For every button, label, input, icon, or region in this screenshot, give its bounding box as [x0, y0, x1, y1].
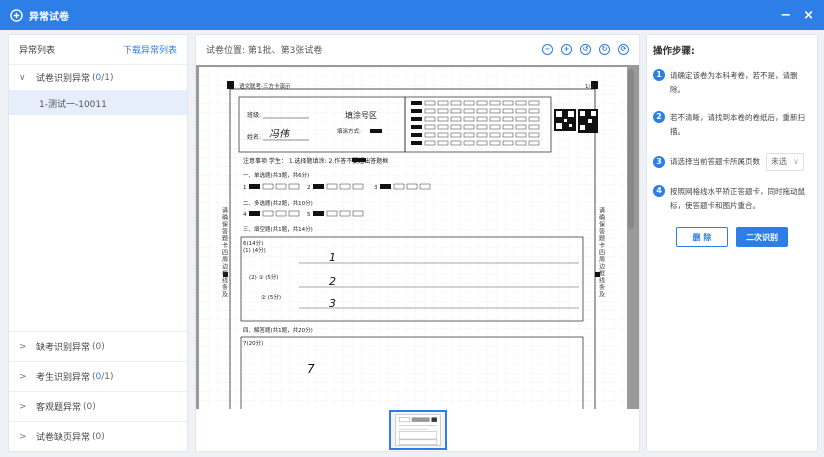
- step-1: 1 请确定该卷为本科考卷，若不是，请删除。: [653, 69, 811, 97]
- sheet-top-text: 语文联考-三方卡演示: [239, 82, 291, 90]
- step-3: 3 请选择当前答题卡所属页数 未选 ∨: [653, 153, 811, 171]
- scan-image-area[interactable]: 语文联考-三方卡演示 1/1 班级: 姓名: 冯伟 填涂号区 填涂方式: 注意事…: [196, 65, 639, 409]
- group-count: (0): [92, 431, 105, 442]
- group-count: (0): [92, 341, 105, 352]
- group-absence-recognition[interactable]: > 缺考识别异常 (0): [9, 331, 187, 361]
- class-label: 班级:: [247, 111, 261, 119]
- list-item[interactable]: 1-测试一-10011: [9, 91, 187, 115]
- step-number: 3: [653, 156, 665, 168]
- fill-blank-sub-1: (1) (4分): [243, 246, 266, 254]
- student-name-signature: 冯伟: [269, 128, 290, 140]
- page-thumbnail[interactable]: [388, 410, 447, 450]
- chevron-right-icon: >: [19, 431, 27, 442]
- chevron-down-icon: ∨: [793, 157, 799, 166]
- svg-text:4: 4: [243, 212, 247, 218]
- step-text: 若不清晰，请找到本卷的卷纸后，重新扫描。: [670, 113, 805, 136]
- zoom-out-icon[interactable]: −: [542, 43, 553, 55]
- sheet-page-number: 1/1: [585, 84, 594, 90]
- download-list-link[interactable]: 下载异常列表: [123, 43, 177, 56]
- reset-view-icon[interactable]: ⟳: [618, 43, 629, 55]
- handwritten-answer-2: 2: [329, 275, 336, 288]
- chevron-right-icon: >: [19, 371, 27, 382]
- page-select[interactable]: 未选 ∨: [766, 153, 804, 171]
- rerecognize-button[interactable]: 二次识别: [736, 227, 788, 247]
- operation-steps-panel: 操作步骤: 1 请确定该卷为本科考卷，若不是，请删除。 2 若不清晰，请找到本卷…: [646, 34, 818, 452]
- group-label: 试卷缺页异常: [36, 433, 91, 443]
- group-missing-page[interactable]: > 试卷缺页异常 (0): [9, 421, 187, 451]
- svg-text:2: 2: [307, 185, 311, 191]
- group-label: 客观题异常: [36, 403, 82, 413]
- viewer-scrollbar[interactable]: [628, 69, 634, 229]
- group-label: 试卷识别异常: [36, 74, 91, 84]
- step-number: 4: [653, 185, 665, 197]
- step-4: 4 按照网格线水平矫正答题卡，同时拖动鼠标，使答题卡和图片重合。: [653, 185, 811, 213]
- fill-blank-sub-3: ② (5分): [261, 293, 281, 301]
- chevron-right-icon: >: [19, 341, 27, 352]
- group-label: 考生识别异常: [36, 373, 91, 383]
- close-button[interactable]: ×: [803, 8, 814, 23]
- side-note-left: 请确保答题卡四周边框线条及: [221, 206, 228, 298]
- answer-sheet-image[interactable]: 语文联考-三方卡演示 1/1 班级: 姓名: 冯伟 填涂号区 填涂方式: 注意事…: [199, 67, 627, 409]
- handwritten-answer-3: 3: [329, 297, 336, 310]
- steps-title: 操作步骤:: [653, 46, 695, 57]
- side-note-right: 请确保答题卡四周边框线条及: [598, 206, 605, 298]
- step-2: 2 若不清晰，请找到本卷的卷纸后，重新扫描。: [653, 111, 811, 139]
- step-number: 2: [653, 111, 665, 123]
- chevron-right-icon: >: [19, 401, 27, 412]
- qr-code: [554, 109, 598, 133]
- svg-text:3: 3: [374, 185, 378, 191]
- rotate-left-icon[interactable]: ↺: [580, 43, 591, 55]
- rotate-right-icon[interactable]: ↻: [599, 43, 610, 55]
- step-text: 按照网格线水平矫正答题卡，同时拖动鼠标，使答题卡和图片重合。: [670, 187, 805, 210]
- fill-method-label: 填涂方式:: [337, 127, 361, 135]
- title-bar: 异常试卷 − ×: [0, 0, 824, 30]
- minimize-button[interactable]: −: [780, 8, 791, 23]
- thumbnail-strip: [196, 409, 639, 451]
- fill-blank-sub-2: (2) ① (5分): [249, 273, 279, 281]
- group-student-recognition[interactable]: > 考生识别异常 (0/1): [9, 361, 187, 391]
- paper-location: 试卷位置: 第1批、第3张试卷: [206, 45, 323, 56]
- section-essay: 四、解答题(共1题，共20分): [243, 326, 313, 334]
- delete-button[interactable]: 删 除: [676, 227, 728, 247]
- group-count: (0): [83, 401, 96, 412]
- exception-list-panel: 异常列表 下载异常列表 ∨ 试卷识别异常 (0/1) 1-测试一-10011 >…: [8, 34, 188, 452]
- paper-viewer-panel: 试卷位置: 第1批、第3张试卷 − + ↺ ↻ ⟳ 语文联考-三方卡演示 1/1: [195, 34, 640, 452]
- section-fill-blank: 三、填空题(共1题，共14分): [243, 225, 313, 233]
- group-label: 缺考识别异常: [36, 343, 91, 353]
- svg-text:1: 1: [243, 185, 247, 191]
- page-select-value: 未选: [771, 157, 787, 166]
- zoom-in-icon[interactable]: +: [561, 43, 572, 55]
- chevron-down-icon: ∨: [19, 72, 26, 83]
- handwritten-answer-1: 1: [329, 251, 336, 264]
- section-single-choice: 一、单选题(共3题，共6分): [243, 171, 309, 179]
- svg-text:5: 5: [307, 212, 311, 218]
- group-objective-question[interactable]: > 客观题异常 (0): [9, 391, 187, 421]
- notice-text: 注意事项 学生： 1.选择题填涂: 2.作答不要超出答题框: [243, 157, 388, 165]
- section-multi-choice: 二、多选题(共2题，共10分): [243, 199, 313, 207]
- essay-question: 7(20分): [243, 339, 263, 347]
- group-count: (0/1): [92, 72, 114, 83]
- group-count: (0/1): [92, 371, 114, 382]
- step-text: 请确定该卷为本科考卷，若不是，请删除。: [670, 71, 798, 94]
- group-paper-recognition[interactable]: ∨ 试卷识别异常 (0/1): [9, 65, 187, 91]
- name-label: 姓名:: [247, 133, 261, 141]
- handwritten-answer-4: 7: [307, 362, 315, 376]
- exam-no-label: 填涂号区: [345, 110, 377, 120]
- window-title: 异常试卷: [29, 11, 69, 23]
- app-icon: [10, 8, 23, 22]
- step-number: 1: [653, 69, 665, 81]
- step-text: 请选择当前答题卡所属页数: [670, 157, 760, 166]
- exception-list-title: 异常列表: [19, 46, 56, 56]
- fill-blank-question: 6(14分): [243, 239, 263, 247]
